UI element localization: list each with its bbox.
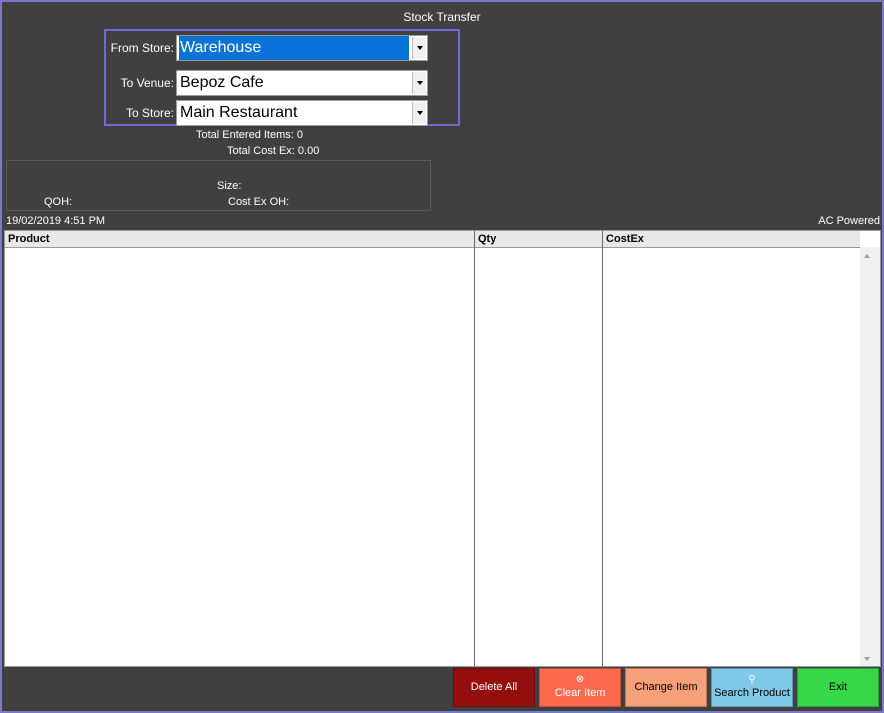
column-header-product[interactable]: Product (5, 232, 50, 246)
close-circle-icon: ⊗ (575, 674, 585, 685)
search-product-button[interactable]: ⚲ Search Product (711, 668, 793, 707)
change-item-label: Change Item (634, 681, 698, 693)
size-label: Size: (217, 180, 242, 192)
delete-all-label: Delete All (470, 681, 518, 693)
to-store-dropdown[interactable]: Main Restaurant (176, 100, 428, 126)
chevron-down-icon[interactable] (412, 72, 426, 94)
clear-item-button[interactable]: ⊗ Clear Item (539, 668, 621, 707)
window-title: Stock Transfer (403, 10, 481, 24)
scroll-up-icon[interactable] (864, 254, 870, 258)
status-datetime: 19/02/2019 4:51 PM (6, 215, 106, 227)
column-divider (474, 231, 475, 666)
clear-item-label: Clear Item (554, 687, 606, 699)
chevron-down-icon[interactable] (412, 37, 426, 59)
to-store-value: Main Restaurant (180, 104, 298, 121)
to-venue-dropdown[interactable]: Bepoz Cafe (176, 70, 428, 96)
to-venue-value: Bepoz Cafe (180, 74, 264, 91)
to-store-label: To Store: (125, 106, 174, 120)
column-header-qty[interactable]: Qty (475, 232, 496, 246)
chevron-down-icon[interactable] (412, 102, 426, 124)
header-corner (860, 231, 880, 247)
exit-button[interactable]: Exit (797, 668, 879, 707)
search-product-label: Search Product (714, 687, 790, 699)
column-divider (602, 231, 603, 666)
table-header: Product Qty CostEx (5, 231, 880, 248)
transfer-items-table[interactable]: Product Qty CostEx (4, 230, 881, 667)
exit-label: Exit (828, 681, 848, 693)
status-power: AC Powered (818, 215, 880, 227)
from-store-dropdown[interactable]: Warehouse (176, 35, 428, 61)
search-icon: ⚲ (748, 674, 756, 685)
qoh-label: QOH: (44, 196, 73, 208)
total-entered-items: Total Entered Items: 0 (196, 129, 303, 141)
from-store-label: From Store: (110, 41, 174, 55)
to-venue-label: To Venue: (120, 76, 174, 90)
vertical-scrollbar[interactable] (860, 247, 880, 666)
from-store-value: Warehouse (179, 36, 409, 60)
scroll-down-icon[interactable] (864, 657, 870, 661)
total-cost-ex: Total Cost Ex: 0.00 (227, 145, 320, 157)
cost-ex-oh-label: Cost Ex OH: (228, 196, 290, 208)
delete-all-button[interactable]: Delete All (453, 668, 535, 707)
column-header-costex[interactable]: CostEx (603, 232, 644, 246)
change-item-button[interactable]: Change Item (625, 668, 707, 707)
